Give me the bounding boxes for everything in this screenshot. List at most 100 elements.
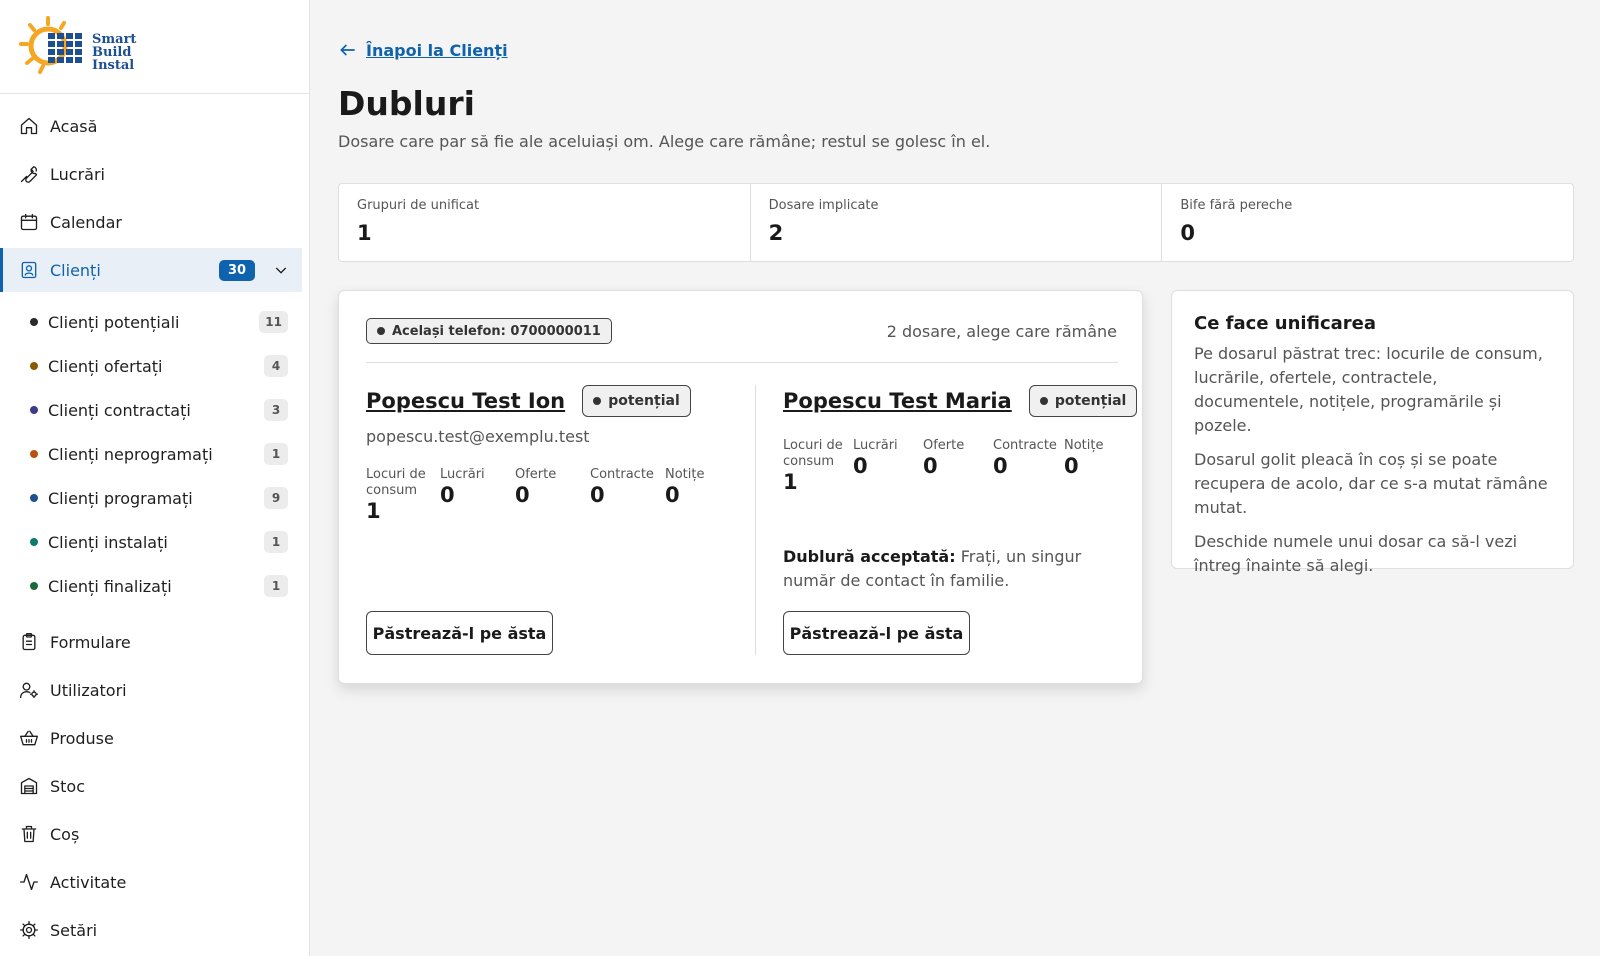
metric-label: Locuri de consum	[783, 438, 843, 469]
metric-label: Notițe	[1064, 438, 1104, 453]
logo-icon	[19, 16, 82, 74]
sidebar-item-label: Clienți	[50, 260, 101, 280]
metric-lucrari: Lucrări 0	[440, 467, 485, 507]
stat-unpaired: Bife fără pereche 0	[1162, 184, 1573, 261]
sidebar-item-stoc[interactable]: Stoc	[0, 764, 302, 808]
status-badge-label: potențial	[1054, 393, 1127, 409]
status-badge: potențial	[582, 385, 691, 417]
keep-client-2-button[interactable]: Păstrează-l pe ăsta	[783, 611, 970, 655]
chevron-down-icon[interactable]	[273, 262, 289, 278]
badge-dot	[377, 327, 385, 335]
sidebar-subitem-clienti-neprogramati[interactable]: Clienți neprogramați 1	[0, 434, 302, 474]
warehouse-icon	[18, 775, 40, 797]
sidebar-item-acasa[interactable]: Acasă	[0, 104, 302, 148]
sidebar-item-setari[interactable]: Setări	[0, 908, 302, 952]
stat-value: 0	[1180, 221, 1195, 245]
sidebar-subitem-clienti-ofertati[interactable]: Clienți ofertați 4	[0, 346, 302, 386]
trash-icon	[18, 823, 40, 845]
sidebar-item-cos[interactable]: Coș	[0, 812, 302, 856]
metric-lucrari: Lucrări 0	[853, 438, 898, 478]
brand-logo[interactable]: Smart Build Instal	[0, 0, 309, 94]
sidebar-item-utilizatori[interactable]: Utilizatori	[0, 668, 302, 712]
sidebar-item-label: Calendar	[50, 212, 122, 232]
sidebar-subitem-label: Clienți finalizați	[48, 576, 172, 596]
sidebar-subitem-clienti-potentiali[interactable]: Clienți potențiali 11	[0, 302, 302, 342]
keep-client-1-button[interactable]: Păstrează-l pe ăsta	[366, 611, 553, 655]
main-content: Înapoi la Clienți Dubluri Dosare care pa…	[338, 0, 1574, 956]
metric-label: Contracte	[590, 467, 654, 482]
merge-info-card: Ce face unificarea Pe dosarul păstrat tr…	[1171, 290, 1574, 575]
client-name-link[interactable]: Popescu Test Ion	[366, 389, 565, 413]
metric-label: Oferte	[923, 438, 965, 453]
status-dot	[30, 494, 38, 502]
stat-label: Bife fără pereche	[1180, 198, 1293, 213]
page-subtitle: Dosare care par să fie ale aceluiași om.…	[338, 132, 991, 151]
stat-label: Dosare implicate	[768, 198, 879, 213]
sidebar-subitem-count: 4	[264, 355, 288, 377]
sidebar-item-activitate[interactable]: Activitate	[0, 860, 302, 904]
metric-locuri-consum: Locuri de consum 1	[783, 438, 843, 494]
sidebar-subitem-label: Clienți potențiali	[48, 312, 180, 332]
accepted-duplicate-note: Dublură acceptată: Frați, un singur numă…	[783, 545, 1113, 593]
match-reason-label: Același telefon: 0700000011	[392, 323, 601, 339]
sidebar: Smart Build Instal Acasă Lucrări Calenda…	[0, 0, 310, 956]
stats-bar: Grupuri de unificat 1 Dosare implicate 2…	[338, 183, 1574, 262]
logo-wordmark: Smart Build Instal	[92, 32, 137, 73]
stat-label: Grupuri de unificat	[357, 198, 480, 213]
note-label: Dublură acceptată:	[783, 547, 956, 566]
sidebar-subitem-clienti-finalizati[interactable]: Clienți finalizați 1	[0, 566, 302, 606]
status-dot	[30, 582, 38, 590]
duplicate-group-card: Același telefon: 0700000011 2 dosare, al…	[338, 290, 1143, 684]
sidebar-item-label: Stoc	[50, 776, 86, 796]
sidebar-subitem-count: 3	[264, 399, 288, 421]
metric-value: 0	[993, 454, 1008, 478]
sidebar-item-formulare[interactable]: Formulare	[0, 620, 302, 664]
stat-groups: Grupuri de unificat 1	[339, 184, 751, 261]
contact-icon	[18, 259, 40, 281]
sidebar-item-label: Lucrări	[50, 164, 105, 184]
stat-files: Dosare implicate 2	[751, 184, 1163, 261]
info-paragraph: Dosarul golit pleacă în coș și se poate …	[1194, 450, 1548, 517]
sidebar-item-label: Utilizatori	[50, 680, 127, 700]
metric-value: 1	[783, 470, 798, 494]
divider	[366, 362, 1118, 363]
back-link[interactable]: Înapoi la Clienți	[338, 40, 508, 60]
metric-label: Lucrări	[853, 438, 898, 453]
client-email: popescu.test@exemplu.test	[366, 427, 590, 446]
client-name-link[interactable]: Popescu Test Maria	[783, 389, 1012, 413]
status-badge: potențial	[1028, 385, 1138, 417]
sidebar-item-label: Activitate	[50, 872, 127, 892]
sidebar-subitem-clienti-programati[interactable]: Clienți programați 9	[0, 478, 302, 518]
stat-value: 2	[768, 221, 784, 245]
metric-value: 0	[590, 483, 605, 507]
status-dot	[30, 538, 38, 546]
clients-count-badge: 30	[219, 260, 255, 281]
user-cog-icon	[18, 679, 40, 701]
sidebar-item-calendar[interactable]: Calendar	[0, 200, 302, 244]
sidebar-item-label: Setări	[50, 920, 98, 940]
sidebar-subitem-count: 9	[264, 487, 288, 509]
sidebar-item-lucrari[interactable]: Lucrări	[0, 152, 302, 196]
gear-icon	[18, 919, 40, 941]
status-dot	[30, 362, 38, 370]
sidebar-subitem-clienti-contractati[interactable]: Clienți contractați 3	[0, 390, 302, 430]
sidebar-subitem-count: 1	[264, 443, 288, 465]
sidebar-subitem-label: Clienți programați	[48, 488, 193, 508]
status-dot	[30, 406, 38, 414]
sidebar-subitem-label: Clienți instalați	[48, 532, 168, 552]
metric-value: 0	[923, 454, 938, 478]
activity-icon	[18, 871, 40, 893]
sidebar-item-clienti[interactable]: Clienți 30	[0, 248, 302, 292]
wrench-icon	[18, 163, 40, 185]
metric-contracte: Contracte 0	[590, 467, 654, 507]
sidebar-item-produse[interactable]: Produse	[0, 716, 302, 760]
sidebar-subitem-label: Clienți contractați	[48, 400, 191, 420]
sidebar-item-label: Acasă	[50, 116, 98, 136]
match-reason-badge: Același telefon: 0700000011	[366, 318, 612, 344]
stat-value: 1	[357, 221, 372, 245]
basket-icon	[18, 727, 40, 749]
metric-label: Lucrări	[440, 467, 485, 482]
sidebar-item-label: Formulare	[50, 632, 131, 652]
metric-label: Contracte	[993, 438, 1057, 453]
sidebar-subitem-clienti-instalati[interactable]: Clienți instalați 1	[0, 522, 302, 562]
